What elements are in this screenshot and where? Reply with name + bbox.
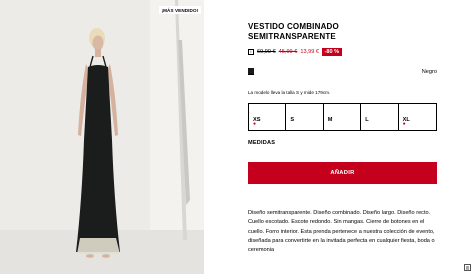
size-selector: XS ● S M L XL ● xyxy=(248,103,437,131)
info-icon[interactable]: i xyxy=(248,48,254,55)
size-guide-icon[interactable]: ▥ xyxy=(464,264,471,271)
size-option-xl[interactable]: XL ● xyxy=(399,104,436,130)
bestseller-badge: ¡MÁS VENDIDO! xyxy=(159,6,201,14)
size-label: S xyxy=(290,117,295,123)
price-row: i 69,99 € 45,99 € 13,99 € -80 % xyxy=(248,46,342,57)
color-name: Negro xyxy=(421,69,437,75)
product-description: Diseño semitransparente. Diseño combinad… xyxy=(248,210,435,254)
add-to-cart-button[interactable]: AÑADIR xyxy=(248,162,437,184)
size-option-l[interactable]: L xyxy=(361,104,399,130)
low-stock-indicator: ● xyxy=(253,121,257,127)
product-image[interactable]: ¡MÁS VENDIDO! xyxy=(0,0,204,274)
color-swatch[interactable] xyxy=(248,68,254,75)
size-label: L xyxy=(365,117,369,123)
discount-badge: -80 % xyxy=(322,47,342,56)
model-size-note: La modelo lleva la talla S y mide 179cm. xyxy=(248,90,331,95)
measures-link[interactable]: MEDIDAS xyxy=(248,140,275,146)
product-title: VESTIDO COMBINADO SEMITRANSPARENTE xyxy=(248,22,339,41)
size-label: M xyxy=(327,117,333,123)
current-price: 13,99 € xyxy=(300,48,320,55)
model-photo xyxy=(0,0,204,274)
size-option-s[interactable]: S xyxy=(286,104,324,130)
previous-price: 45,99 € xyxy=(278,48,298,55)
product-details: VESTIDO COMBINADO SEMITRANSPARENTE i 69,… xyxy=(204,0,475,274)
low-stock-indicator: ● xyxy=(402,121,406,127)
original-price: 69,99 € xyxy=(257,48,276,55)
size-option-m[interactable]: M xyxy=(324,104,362,130)
size-option-xs[interactable]: XS ● xyxy=(249,104,287,130)
